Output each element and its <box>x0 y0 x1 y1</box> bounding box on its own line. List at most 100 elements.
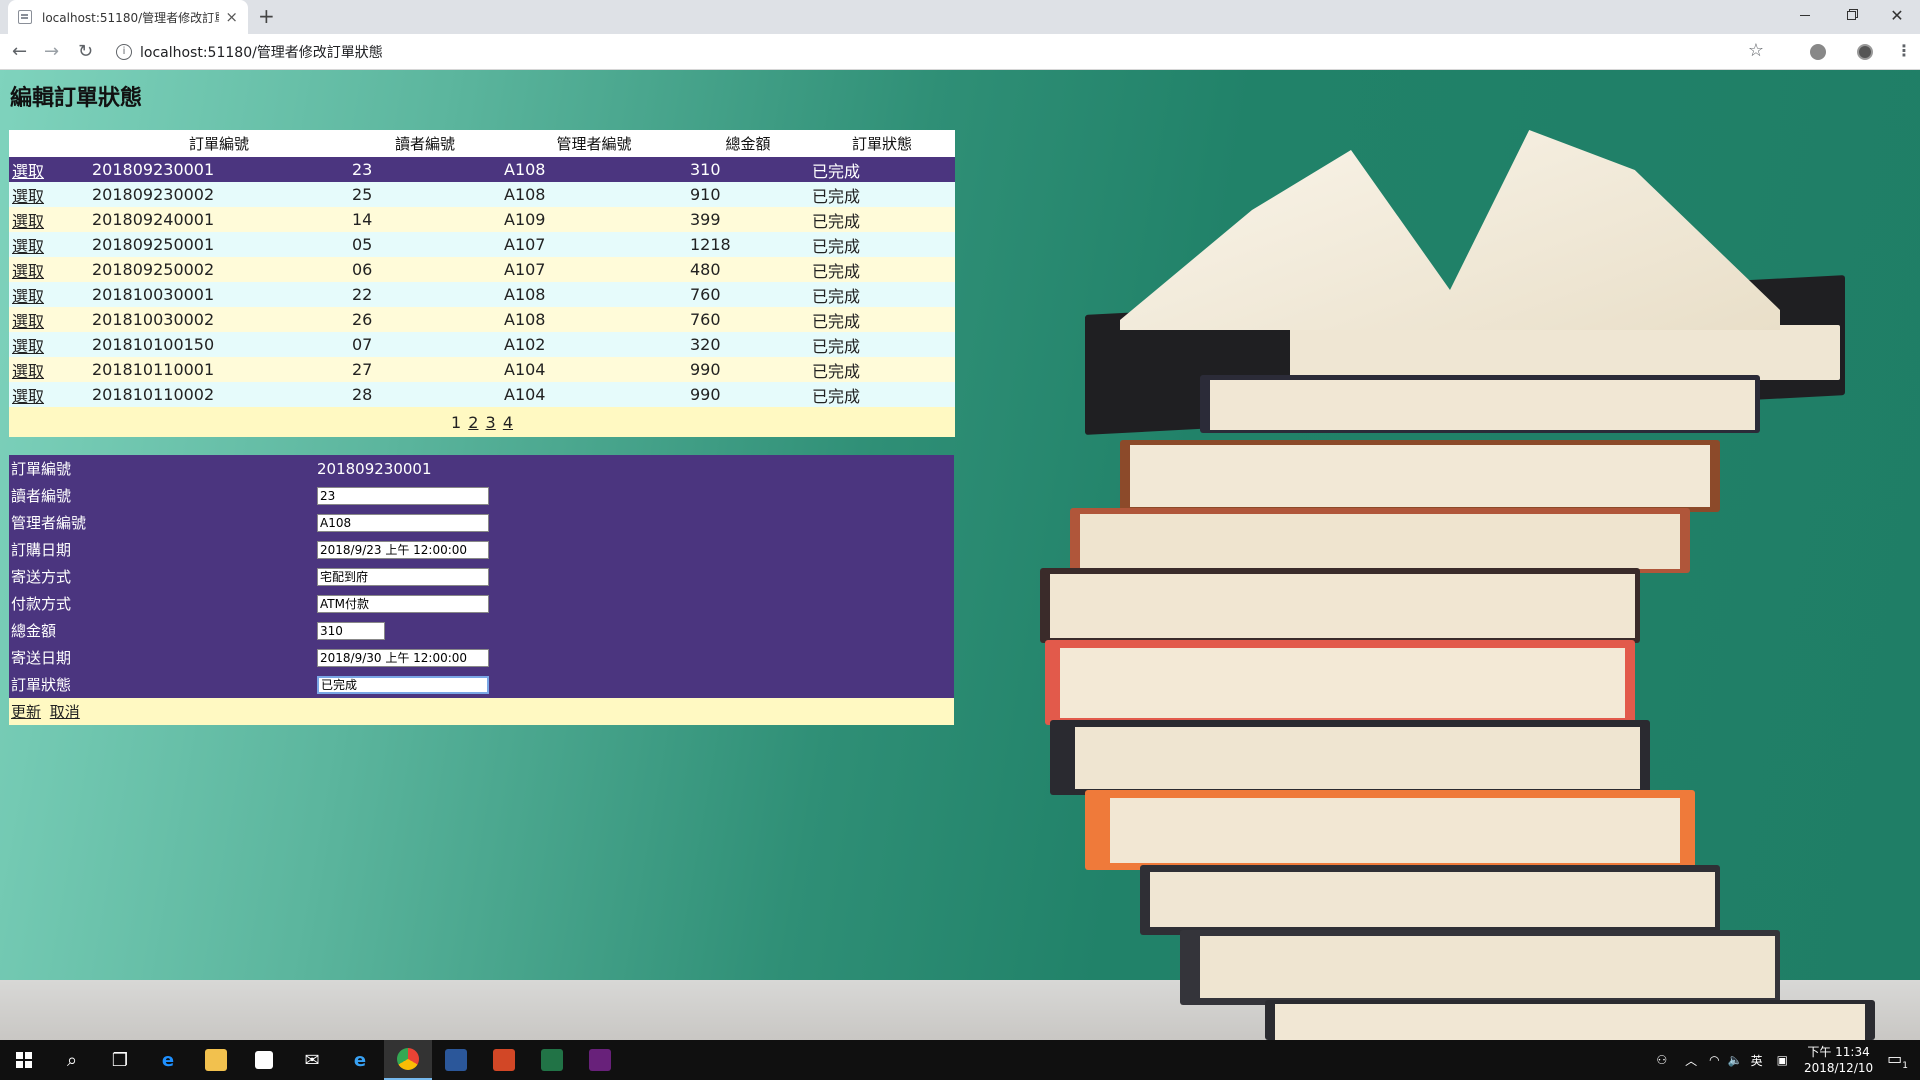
taskbar-store[interactable] <box>240 1040 288 1080</box>
status-input[interactable] <box>317 675 489 694</box>
show-hidden-icons-chevron-icon[interactable]: ︿ <box>1685 1052 1697 1069</box>
volume-icon[interactable]: 🔈 <box>1728 1053 1743 1067</box>
table-row: 選取 201809230002 25 A108 910 已完成 <box>9 182 955 207</box>
address-bar[interactable]: i localhost:51180/管理者修改訂單狀態 ☆ <box>108 38 1768 65</box>
total-cell: 760 <box>687 307 809 332</box>
admin-id-cell: A107 <box>501 257 687 282</box>
table-row: 選取 201810030001 22 A108 760 已完成 <box>9 282 955 307</box>
select-link[interactable]: 選取 <box>12 337 44 356</box>
task-view-icon: ❐ <box>111 1049 129 1071</box>
internet-explorer-icon: e <box>353 1049 367 1071</box>
taskbar-word[interactable] <box>432 1040 480 1080</box>
windows-taskbar: ⌕ ❐ e ✉ e ⚇ ︿ ◠ 🔈 英 ▣ 下午 11:34 2018/12/1… <box>0 1040 1920 1080</box>
extension-icon[interactable] <box>1810 44 1826 60</box>
select-link[interactable]: 選取 <box>12 287 44 306</box>
taskbar-mail[interactable]: ✉ <box>288 1040 336 1080</box>
update-link[interactable]: 更新 <box>11 703 41 721</box>
reader-id-input[interactable] <box>317 487 489 505</box>
window-close-button[interactable]: ✕ <box>1874 0 1920 30</box>
browser-menu-icon[interactable]: ⋮ <box>1896 41 1912 60</box>
table-row: 選取 201809250002 06 A107 480 已完成 <box>9 257 955 282</box>
table-row: 選取 201810030002 26 A108 760 已完成 <box>9 307 955 332</box>
order-id-cell: 201809230002 <box>89 182 349 207</box>
select-link[interactable]: 選取 <box>12 162 44 181</box>
order-id-cell: 201809250001 <box>89 232 349 257</box>
detail-command-row: 更新 取消 <box>9 698 954 725</box>
reader-id-cell: 27 <box>349 357 501 382</box>
shipping-input[interactable] <box>317 567 489 586</box>
order-date-input[interactable] <box>317 540 489 559</box>
task-view-button[interactable]: ❐ <box>96 1040 144 1080</box>
clock[interactable]: 下午 11:34 2018/12/10 <box>1804 1044 1873 1076</box>
select-link[interactable]: 選取 <box>12 237 44 256</box>
admin-id-input[interactable] <box>317 514 489 532</box>
back-arrow-icon[interactable]: ← <box>12 41 27 62</box>
address-url[interactable]: localhost:51180/管理者修改訂單狀態 <box>140 42 383 62</box>
order-id-cell: 201810110001 <box>89 357 349 382</box>
status-cell: 已完成 <box>809 182 955 207</box>
detail-row-reader-id: 讀者編號 <box>9 482 954 509</box>
reload-icon[interactable]: ↻ <box>78 41 93 62</box>
select-link[interactable]: 選取 <box>12 362 44 381</box>
taskbar-ie[interactable]: e <box>336 1040 384 1080</box>
input-mode-icon[interactable]: ▣ <box>1777 1053 1788 1067</box>
window-restore-button[interactable] <box>1828 0 1874 30</box>
taskbar-edge[interactable]: e <box>144 1040 192 1080</box>
ime-indicator[interactable]: 英 <box>1751 1052 1763 1069</box>
forward-arrow-icon[interactable]: → <box>44 41 59 62</box>
detail-row-status: 訂單狀態 <box>9 671 954 698</box>
taskbar-powerpoint[interactable] <box>480 1040 528 1080</box>
order-id-cell: 201810030002 <box>89 307 349 332</box>
word-icon <box>445 1049 467 1071</box>
total-input[interactable] <box>317 622 385 640</box>
search-button[interactable]: ⌕ <box>48 1040 96 1080</box>
select-link[interactable]: 選取 <box>12 187 44 206</box>
people-icon[interactable]: ⚇ <box>1656 1053 1667 1067</box>
taskbar-file-explorer[interactable] <box>192 1040 240 1080</box>
detail-row-shipping: 寄送方式 <box>9 563 954 590</box>
orders-grid: 訂單編號 讀者編號 管理者編號 總金額 訂單狀態 選取 201809230001… <box>9 130 955 437</box>
taskbar-excel[interactable] <box>528 1040 576 1080</box>
table-row: 選取 201809240001 14 A109 399 已完成 <box>9 207 955 232</box>
cancel-link[interactable]: 取消 <box>50 703 80 721</box>
new-tab-button[interactable]: + <box>258 4 275 28</box>
clock-time: 下午 11:34 <box>1807 1045 1870 1059</box>
pager-link-page-3[interactable]: 3 <box>486 413 496 432</box>
reader-id-cell: 07 <box>349 332 501 357</box>
reader-id-cell: 26 <box>349 307 501 332</box>
total-cell: 990 <box>687 382 809 407</box>
profile-avatar-icon[interactable] <box>1857 44 1873 60</box>
start-button[interactable] <box>0 1040 48 1080</box>
admin-id-label: 管理者編號 <box>9 509 315 536</box>
tab-close-icon[interactable]: × <box>225 8 238 26</box>
system-tray: ⚇ ︿ ◠ 🔈 英 ▣ 下午 11:34 2018/12/10 ▭1 <box>1656 1040 1920 1080</box>
detail-row-ship-date: 寄送日期 <box>9 644 954 671</box>
store-icon <box>255 1051 273 1069</box>
payment-input[interactable] <box>317 594 489 613</box>
close-icon: ✕ <box>1890 5 1904 25</box>
taskbar-visual-studio[interactable] <box>576 1040 624 1080</box>
bookmark-star-icon[interactable]: ☆ <box>1748 40 1764 61</box>
network-icon[interactable]: ◠ <box>1709 1053 1719 1067</box>
clock-date: 2018/12/10 <box>1803 1061 1874 1075</box>
order-id-cell: 201809250002 <box>89 257 349 282</box>
reader-id-cell: 22 <box>349 282 501 307</box>
window-minimize-button[interactable] <box>1782 0 1828 30</box>
total-label: 總金額 <box>9 617 315 644</box>
site-info-icon[interactable]: i <box>116 43 132 60</box>
browser-tab[interactable]: localhost:51180/管理者修改訂單 × <box>8 0 248 34</box>
select-link[interactable]: 選取 <box>12 312 44 331</box>
select-link[interactable]: 選取 <box>12 387 44 406</box>
total-cell: 320 <box>687 332 809 357</box>
reader-id-cell: 28 <box>349 382 501 407</box>
ship-date-input[interactable] <box>317 648 489 667</box>
action-center-icon[interactable]: ▭1 <box>1887 1049 1908 1071</box>
select-link[interactable]: 選取 <box>12 212 44 231</box>
taskbar-chrome[interactable] <box>384 1040 432 1080</box>
column-header-order-id: 訂單編號 <box>89 130 349 157</box>
select-link[interactable]: 選取 <box>12 262 44 281</box>
pager-link-page-4[interactable]: 4 <box>503 413 513 432</box>
pager-link-page-2[interactable]: 2 <box>468 413 478 432</box>
chrome-icon <box>397 1048 419 1070</box>
total-cell: 1218 <box>687 232 809 257</box>
